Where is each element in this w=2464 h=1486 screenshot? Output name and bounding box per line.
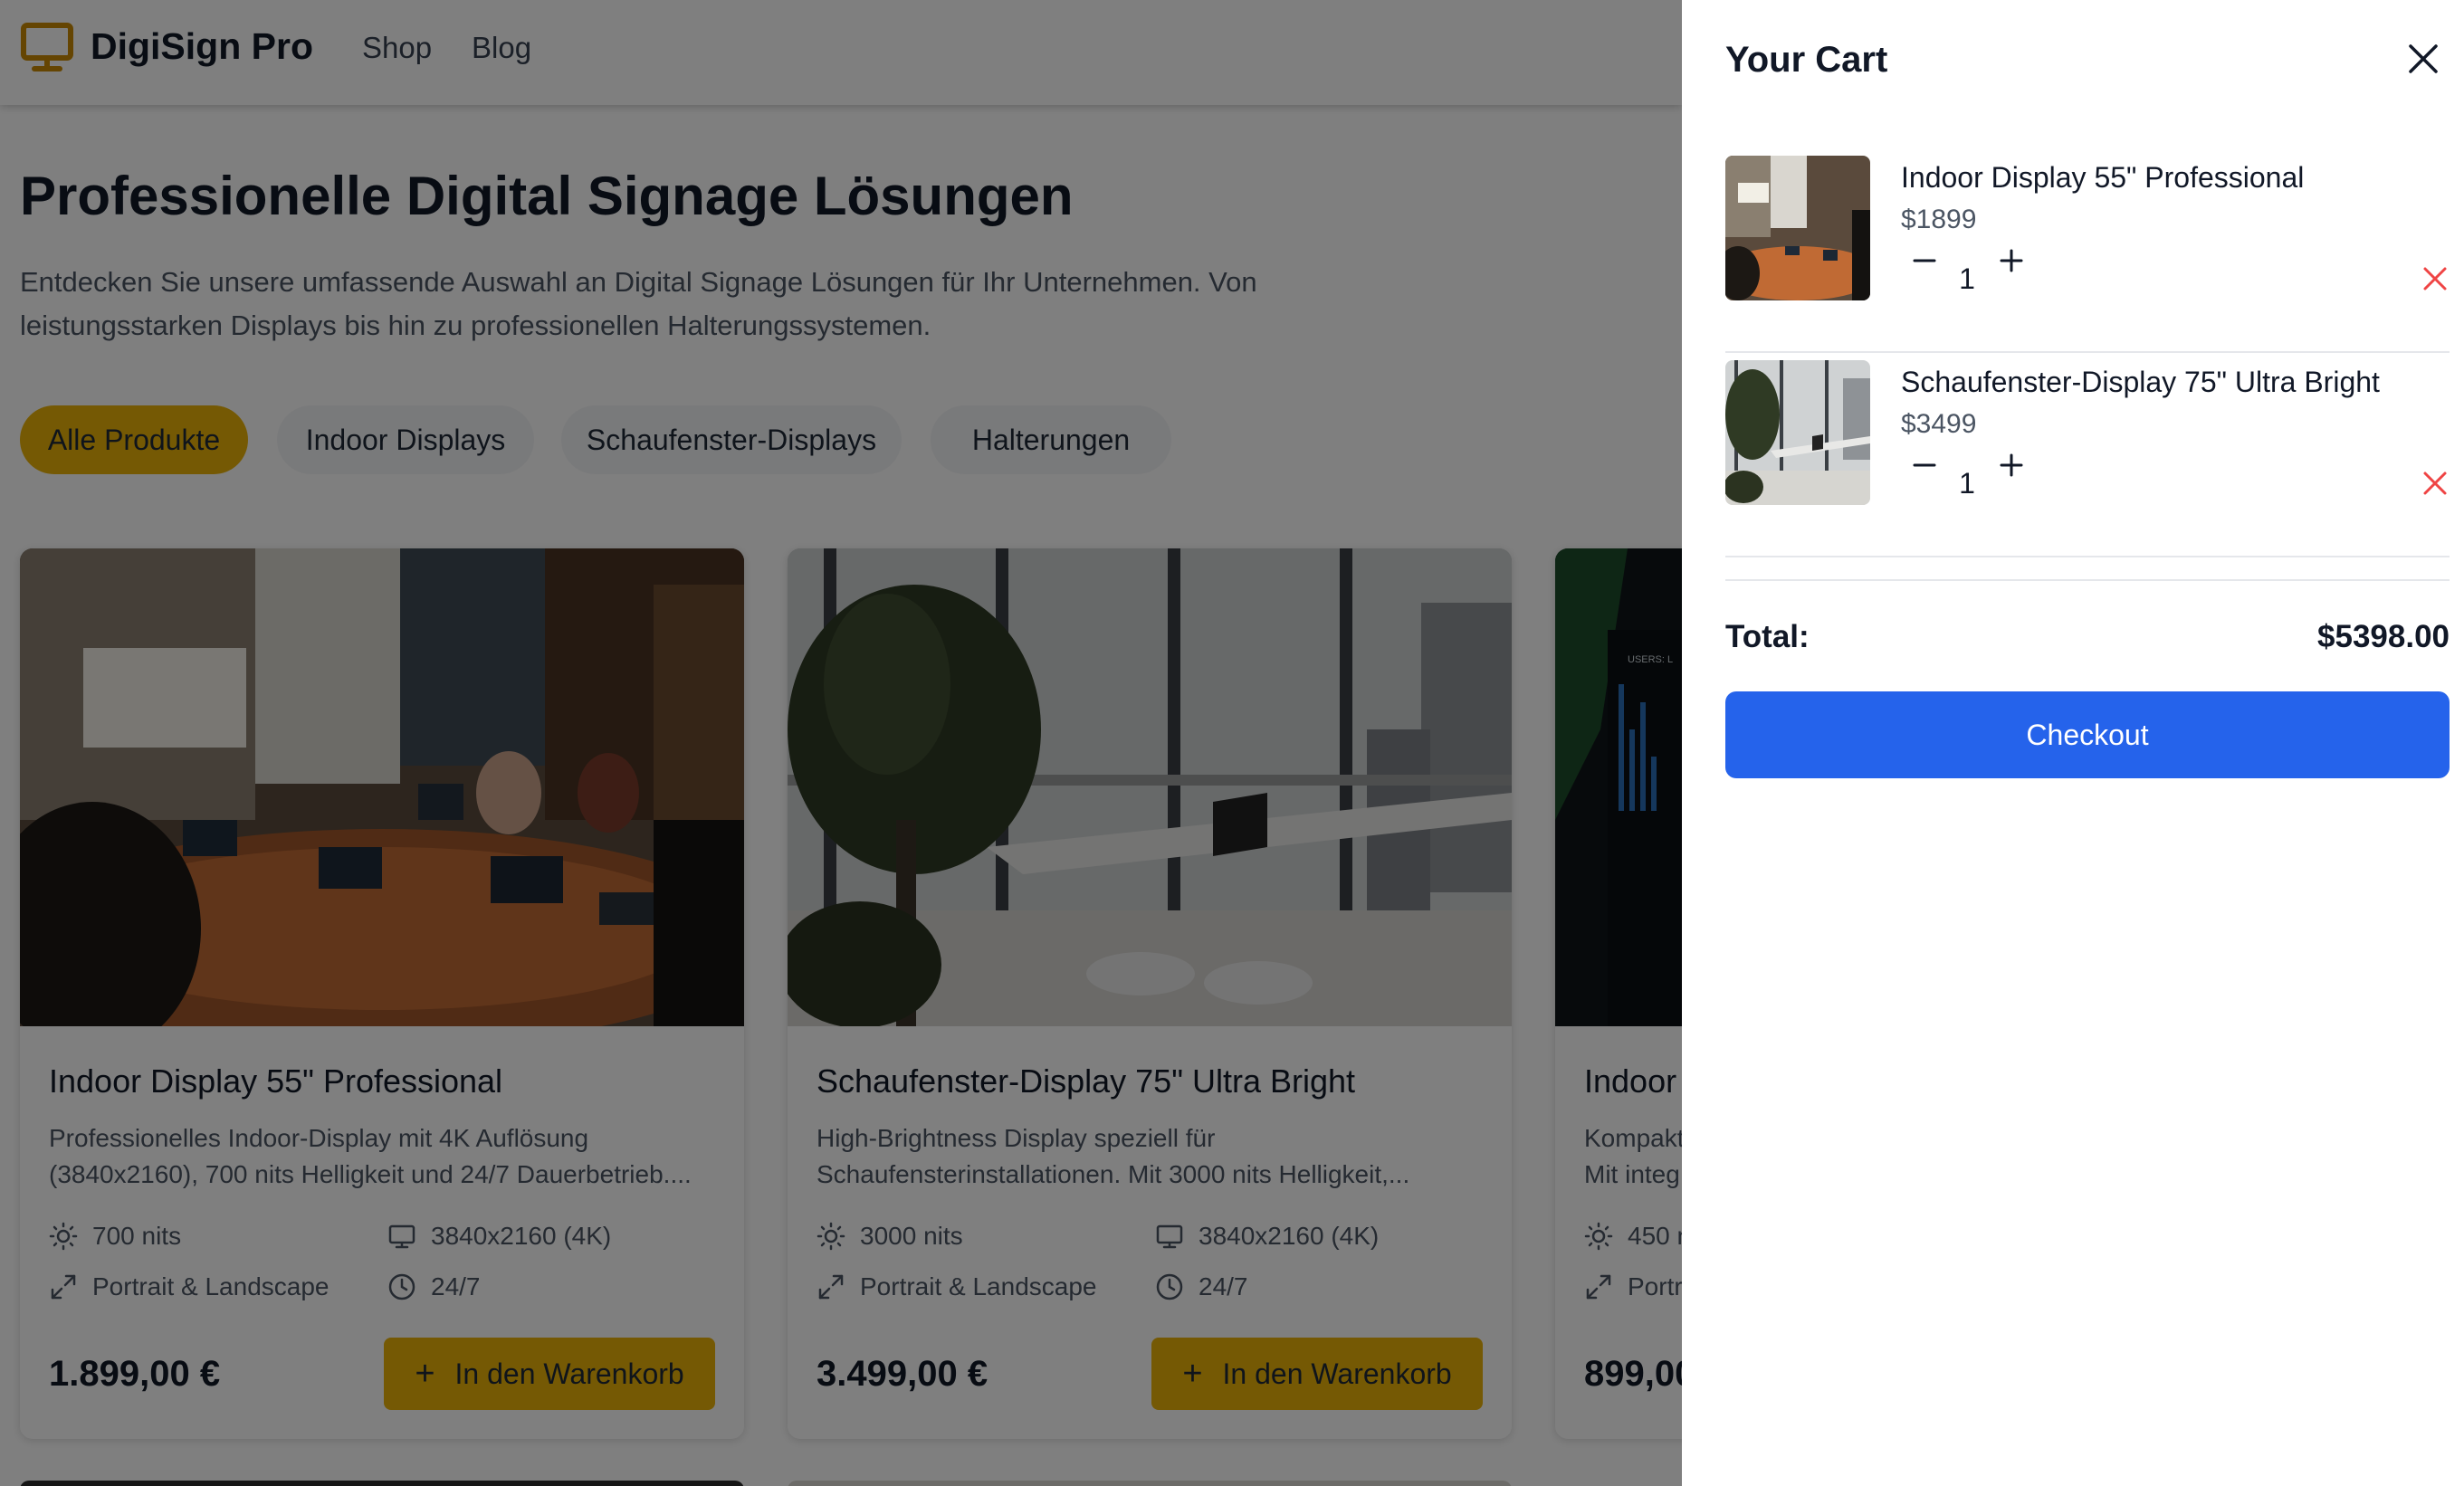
modal-backdrop[interactable] xyxy=(0,0,1682,1486)
minus-icon xyxy=(1913,463,1936,467)
cart-item: Schaufenster-Display 75" Ultra Bright $3… xyxy=(1725,353,2450,557)
cart-item-quantity: 1 xyxy=(1959,262,1975,295)
checkout-button[interactable]: Checkout xyxy=(1725,691,2450,778)
cart-title: Your Cart xyxy=(1725,40,1888,80)
cart-item-name: Schaufenster-Display 75" Ultra Bright xyxy=(1901,366,2380,398)
cart-item-quantity: 1 xyxy=(1959,467,1975,500)
cart-item-thumbnail xyxy=(1725,360,1870,505)
cart-item: Indoor Display 55" Professional $1899 1 xyxy=(1725,148,2450,353)
cart-item-thumbnail xyxy=(1725,156,1870,300)
cart-total-label: Total: xyxy=(1725,619,1810,654)
remove-icon xyxy=(2423,472,2447,495)
cart-item-price: $1899 xyxy=(1901,205,1977,234)
close-icon xyxy=(2409,44,2438,73)
cart-drawer: Your Cart Indoor Display 55" Professiona… xyxy=(1682,0,2464,1486)
close-cart-button[interactable] xyxy=(2406,42,2440,76)
plus-icon xyxy=(2000,249,2023,272)
decrease-quantity-button[interactable] xyxy=(1908,449,1941,481)
cart-total-value: $5398.00 xyxy=(2317,619,2450,654)
increase-quantity-button[interactable] xyxy=(1995,449,2028,481)
cart-divider xyxy=(1725,579,2450,581)
minus-icon xyxy=(1913,259,1936,262)
remove-icon xyxy=(2423,267,2447,291)
increase-quantity-button[interactable] xyxy=(1995,244,2028,277)
cart-item-name: Indoor Display 55" Professional xyxy=(1901,161,2305,194)
remove-item-button[interactable] xyxy=(2421,264,2450,293)
remove-item-button[interactable] xyxy=(2421,469,2450,498)
cart-item-price: $3499 xyxy=(1901,409,1977,439)
plus-icon xyxy=(2000,453,2023,477)
decrease-quantity-button[interactable] xyxy=(1908,244,1941,277)
